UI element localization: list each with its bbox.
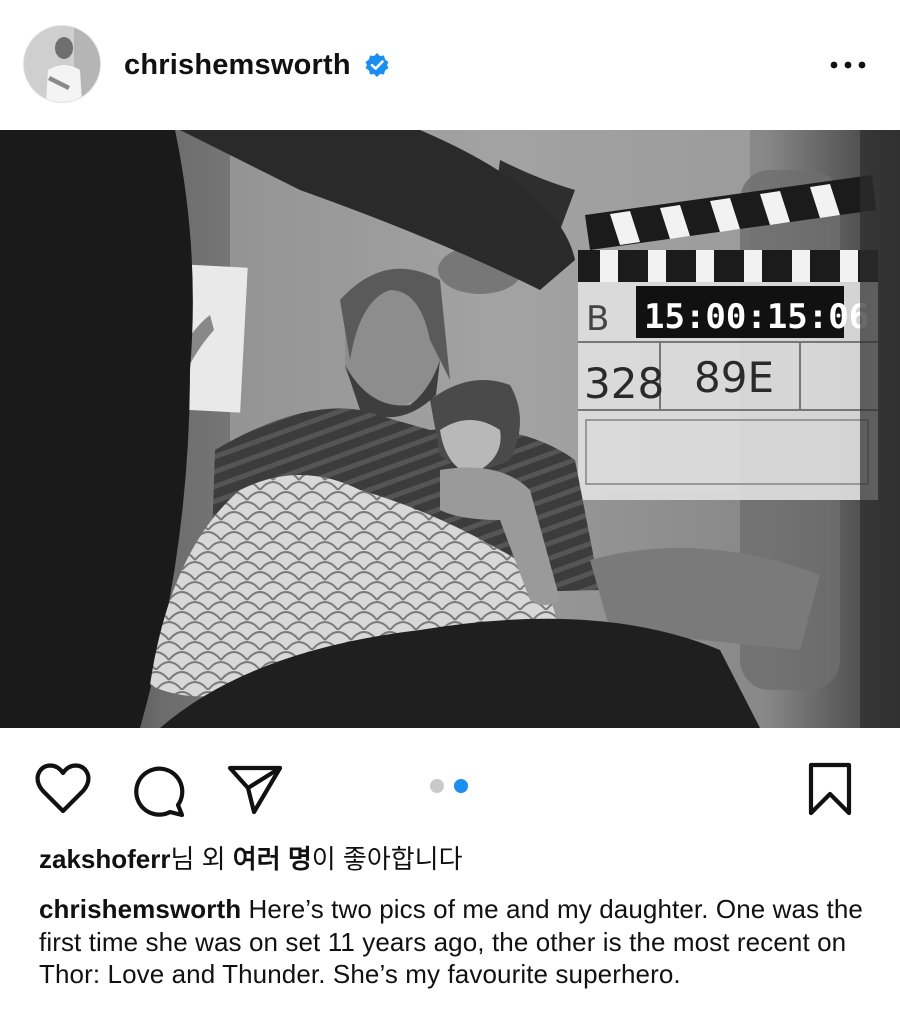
avatar[interactable] <box>24 26 100 102</box>
post-author-username[interactable]: chrishemsworth <box>124 45 351 85</box>
post-header: chrishemsworth <box>0 0 900 130</box>
liker-username[interactable]: zakshoferr <box>39 844 171 874</box>
likes-others[interactable]: 여러 명 <box>233 844 312 874</box>
send-icon[interactable] <box>226 762 284 816</box>
heart-icon[interactable] <box>34 762 92 816</box>
svg-text:B: B <box>586 299 609 339</box>
clapperboard-scene: 328 <box>584 359 664 408</box>
likes-summary[interactable]: zakshoferr님 외 여러 명이 좋아합니다 <box>39 843 463 875</box>
comment-icon[interactable] <box>130 763 186 819</box>
likes-text-1: 님 외 <box>170 844 233 874</box>
post-action-bar <box>0 728 900 838</box>
bookmark-icon[interactable] <box>802 761 858 817</box>
verified-badge-icon <box>365 53 389 77</box>
likes-text-2: 이 좋아합니다 <box>311 844 463 874</box>
carousel-dot-active[interactable] <box>454 779 468 793</box>
post-caption: chrishemsworth Here’s two pics of me and… <box>39 893 879 991</box>
carousel-dot-inactive[interactable] <box>430 779 444 793</box>
clapperboard-take: 89E <box>694 353 774 402</box>
post-photo[interactable]: 15:00:15:06 B 328 89E <box>0 130 900 728</box>
clapperboard-timecode: 15:00:15:06 <box>644 297 869 337</box>
carousel-indicator <box>430 779 478 793</box>
more-horizontal-icon[interactable] <box>828 56 868 74</box>
caption-username[interactable]: chrishemsworth <box>39 894 241 924</box>
